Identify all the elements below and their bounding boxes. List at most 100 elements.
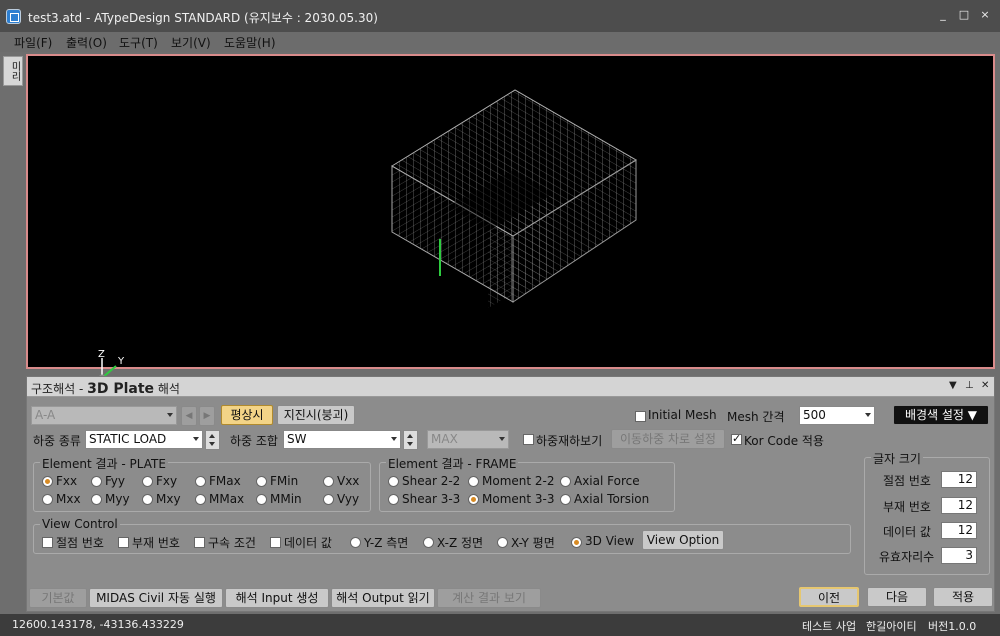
- radio-fmin-label: FMin: [270, 474, 299, 488]
- moving-load-button[interactable]: 이동하중 차로 설정: [611, 429, 725, 449]
- radio-moment-22[interactable]: [468, 476, 479, 487]
- radio-moment-22-label: Moment 2-2: [482, 474, 555, 488]
- font-member-label: 부재 번호: [883, 500, 931, 514]
- radio-yz-view[interactable]: [350, 537, 361, 548]
- close-icon[interactable]: ✕: [981, 380, 989, 391]
- font-node-input[interactable]: 12: [941, 471, 977, 488]
- radio-mmax[interactable]: [195, 494, 206, 505]
- midas-civil-button[interactable]: MIDAS Civil 자동 실행: [89, 588, 223, 608]
- panel-title-suffix: 해석: [154, 382, 180, 396]
- constraint-label: 구속 조건: [208, 536, 256, 550]
- dropdown-icon[interactable]: ▼: [949, 380, 957, 391]
- radio-myy[interactable]: [91, 494, 102, 505]
- radio-fxy-label: Fxy: [156, 474, 178, 488]
- node-number-checkbox[interactable]: [42, 537, 53, 548]
- side-tab[interactable]: 미리: [3, 56, 23, 86]
- radio-mxy-label: Mxy: [156, 492, 181, 506]
- calc-result-button[interactable]: 계산 결과 보기: [437, 588, 541, 608]
- reload-view-checkbox[interactable]: [523, 434, 534, 445]
- radio-xz-view-label: X-Z 정면: [437, 536, 484, 550]
- data-value-checkbox[interactable]: [270, 537, 281, 548]
- radio-axial-torsion[interactable]: [560, 494, 571, 505]
- radio-fyy[interactable]: [91, 476, 102, 487]
- max-select[interactable]: MAX: [427, 430, 509, 449]
- radio-axial-force[interactable]: [560, 476, 571, 487]
- radio-vxx[interactable]: [323, 476, 334, 487]
- initial-mesh-label: Initial Mesh: [648, 408, 717, 422]
- menu-view[interactable]: 보기(V): [171, 34, 211, 51]
- radio-mxx[interactable]: [42, 494, 53, 505]
- window-title: test3.atd - ATypeDesign STANDARD (유지보수 :…: [28, 11, 378, 25]
- radio-fxx[interactable]: [42, 476, 53, 487]
- load-type-label: 하중 종류: [33, 434, 81, 448]
- input-generate-button[interactable]: 해석 Input 생성: [225, 588, 329, 608]
- font-digits-input[interactable]: 3: [941, 547, 977, 564]
- initial-mesh-checkbox[interactable]: [635, 411, 646, 422]
- axis-z-label: Z: [98, 349, 105, 360]
- font-node-label: 절점 번호: [883, 474, 931, 488]
- font-data-label: 데이터 값: [883, 525, 931, 539]
- menu-tools[interactable]: 도구(T): [119, 34, 158, 51]
- kor-code-checkbox[interactable]: [731, 432, 742, 445]
- load-combo-select[interactable]: SW: [283, 430, 401, 449]
- radio-vyy[interactable]: [323, 494, 334, 505]
- mesh-gap-select[interactable]: 500: [799, 406, 875, 425]
- section-select-value: A-A: [35, 408, 56, 422]
- radio-fmax[interactable]: [195, 476, 206, 487]
- side-tab-label: 미리: [9, 61, 20, 81]
- load-combo-stepper[interactable]: [403, 430, 418, 450]
- load-type-stepper[interactable]: [205, 430, 220, 450]
- view-control-group: View Control 절점 번호 부재 번호 구속 조건 데이터 값 Y-Z…: [33, 517, 851, 554]
- radio-xy-view-label: X-Y 평면: [511, 536, 555, 550]
- radio-xy-view[interactable]: [497, 537, 508, 548]
- menu-bar: 파일(F) 출력(O) 도구(T) 보기(V) 도움말(H): [0, 32, 1000, 52]
- radio-moment-33[interactable]: [468, 494, 479, 505]
- mode-normal-button[interactable]: 평상시: [221, 405, 273, 425]
- load-combo-label: 하중 조합: [230, 434, 278, 448]
- radio-mxy[interactable]: [142, 494, 153, 505]
- radio-shear-22[interactable]: [388, 476, 399, 487]
- font-data-input[interactable]: 12: [941, 522, 977, 539]
- section-select[interactable]: A-A: [31, 406, 177, 425]
- radio-fmin[interactable]: [256, 476, 267, 487]
- mode-seismic-button[interactable]: 지진시(붕괴): [277, 405, 355, 425]
- close-button[interactable]: ×: [978, 8, 992, 22]
- load-type-select[interactable]: STATIC LOAD: [85, 430, 203, 449]
- prev-section-button[interactable]: ◀: [181, 406, 197, 426]
- bg-color-button[interactable]: 배경색 설정 ▼: [893, 405, 989, 425]
- radio-mmin[interactable]: [256, 494, 267, 505]
- radio-xz-view[interactable]: [423, 537, 434, 548]
- maximize-button[interactable]: □: [957, 8, 971, 22]
- load-combo-value: SW: [287, 432, 307, 446]
- minimize-button[interactable]: _: [936, 8, 950, 22]
- member-number-checkbox[interactable]: [118, 537, 129, 548]
- radio-3d-view[interactable]: [571, 537, 582, 548]
- font-member-input[interactable]: 12: [941, 497, 977, 514]
- font-size-title: 글자 크기: [871, 450, 923, 467]
- constraint-checkbox[interactable]: [194, 537, 205, 548]
- max-value: MAX: [431, 432, 458, 446]
- view-option-button[interactable]: View Option: [642, 530, 724, 550]
- model-viewport[interactable]: Z Y X: [26, 54, 995, 394]
- pin-icon[interactable]: ⊥: [965, 380, 974, 391]
- radio-axial-force-label: Axial Force: [574, 474, 640, 488]
- default-button[interactable]: 기본값: [29, 588, 87, 608]
- menu-output[interactable]: 출력(O): [66, 34, 107, 51]
- font-digits-label: 유효자리수: [879, 550, 935, 564]
- radio-shear-33[interactable]: [388, 494, 399, 505]
- apply-button[interactable]: 적용: [933, 587, 993, 607]
- panel-title: 구조해석 - 3D Plate 해석: [31, 380, 180, 397]
- next-button[interactable]: 다음: [867, 587, 927, 607]
- radio-fxy[interactable]: [142, 476, 153, 487]
- next-section-button[interactable]: ▶: [199, 406, 215, 426]
- output-read-button[interactable]: 해석 Output 읽기: [331, 588, 435, 608]
- mesh-model: [391, 89, 637, 308]
- menu-help[interactable]: 도움말(H): [224, 34, 276, 51]
- prev-button[interactable]: 이전: [799, 587, 859, 607]
- frame-group-title: Element 결과 - FRAME: [386, 455, 519, 472]
- status-project: 테스트 사업: [802, 620, 857, 633]
- radio-vyy-label: Vyy: [337, 492, 360, 506]
- menu-file[interactable]: 파일(F): [14, 34, 52, 51]
- radio-vxx-label: Vxx: [337, 474, 360, 488]
- radio-myy-label: Myy: [105, 492, 130, 506]
